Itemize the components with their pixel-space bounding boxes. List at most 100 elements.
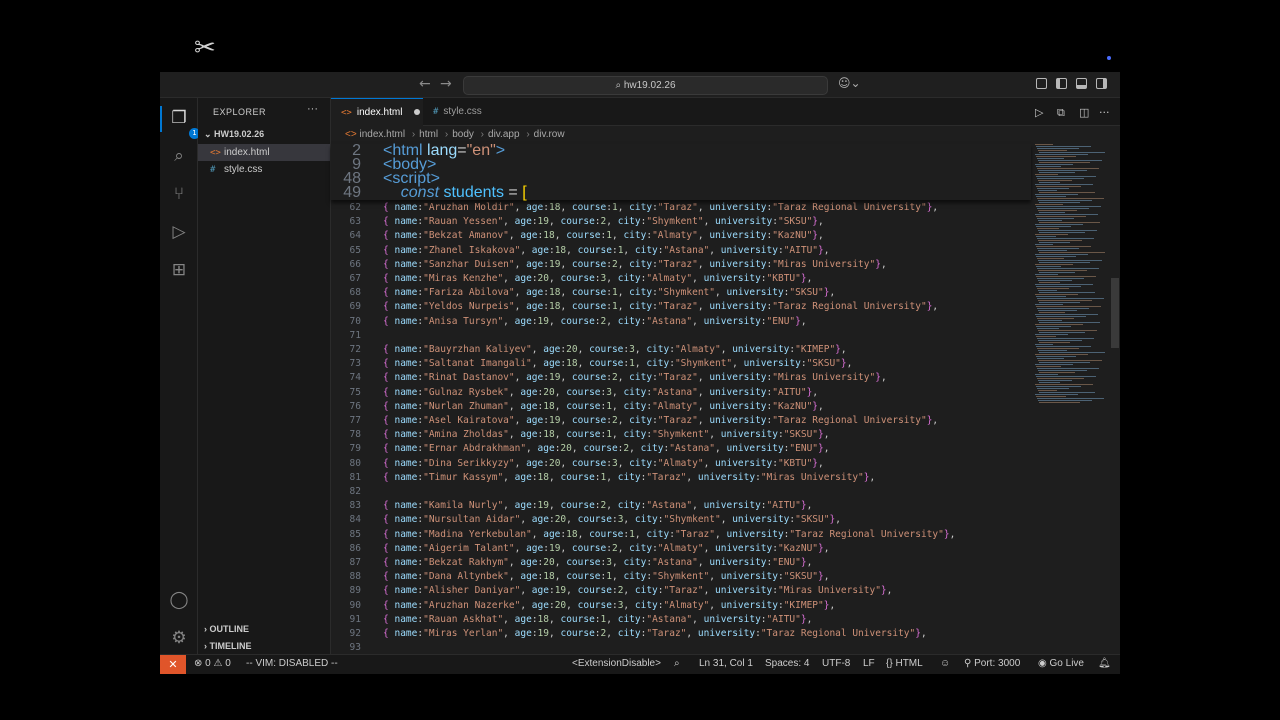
- code-line[interactable]: 70 { name:"Anisa Tursyn", age:19, course:…: [331, 315, 1031, 329]
- minimap[interactable]: [1031, 144, 1111, 654]
- code-line[interactable]: 68 { name:"Fariza Abilova", age:18, cours…: [331, 286, 1031, 300]
- forward-arrow-icon[interactable]: →: [440, 76, 452, 92]
- source-control-icon[interactable]: ⑂: [169, 184, 189, 204]
- language-mode[interactable]: {} HTML: [886, 658, 923, 669]
- line-content: { name:"Asel Kairatova", age:19, course:…: [383, 415, 939, 426]
- minimap-line: [1035, 244, 1053, 245]
- extension-disable[interactable]: <ExtensionDisable>: [572, 658, 661, 669]
- code-line[interactable]: 79 { name:"Ernar Abdrakhman", age:20, cou…: [331, 442, 1031, 456]
- tab-style-css[interactable]: # style.css: [423, 98, 509, 126]
- settings-gear-icon[interactable]: ⚙: [169, 628, 189, 648]
- toggle-secondary-sidebar-icon[interactable]: [1096, 78, 1107, 89]
- code-line[interactable]: 67 { name:"Miras Kenzhe", age:20, course:…: [331, 272, 1031, 286]
- cursor-position[interactable]: Ln 31, Col 1: [699, 658, 753, 669]
- more-actions-icon[interactable]: ···: [307, 103, 318, 115]
- breadcrumb-item[interactable]: body: [452, 129, 474, 140]
- code-line[interactable]: 91 { name:"Rauan Askhat", age:18, course:…: [331, 613, 1031, 627]
- minimap-line: [1036, 276, 1096, 277]
- code-line[interactable]: 83 { name:"Kamila Nurly", age:19, course:…: [331, 499, 1031, 513]
- notifications-bell-icon[interactable]: 🔔︎: [1098, 658, 1111, 669]
- minimap-line: [1036, 286, 1081, 287]
- minimap-line: [1038, 330, 1097, 331]
- code-line[interactable]: 63 { name:"Rauan Yessen", age:19, course:…: [331, 215, 1031, 229]
- code-line[interactable]: 62 { name:"Aruzhan Moldir", age:18, cours…: [331, 201, 1031, 215]
- go-live-button[interactable]: ◉ Go Live: [1038, 658, 1084, 669]
- toggle-panel-icon[interactable]: [1076, 78, 1087, 89]
- minimap-line: [1035, 144, 1053, 145]
- code-line[interactable]: 82: [331, 485, 1031, 499]
- code-line[interactable]: 69 { name:"Yeldos Nurpeis", age:18, cours…: [331, 300, 1031, 314]
- code-line[interactable]: 81 { name:"Timur Kassym", age:18, course:…: [331, 471, 1031, 485]
- account-icon[interactable]: ◯: [169, 590, 189, 610]
- breadcrumb-item[interactable]: html: [419, 129, 438, 140]
- code-line[interactable]: 76 { name:"Nurlan Zhuman", age:18, course…: [331, 400, 1031, 414]
- minimap-line: [1039, 162, 1090, 163]
- zoom-icon[interactable]: ⌕: [674, 658, 680, 669]
- toggle-sidebar-icon[interactable]: [1056, 78, 1067, 89]
- line-number: 68: [349, 287, 361, 299]
- command-center[interactable]: ⌕ hw19.02.26: [463, 76, 828, 95]
- minimap-line: [1038, 230, 1097, 231]
- minimap-line: [1037, 298, 1104, 299]
- code-line[interactable]: 66 { name:"Sanzhar Duisen", age:19, cours…: [331, 258, 1031, 272]
- outline-section[interactable]: › OUTLINE: [204, 624, 249, 634]
- indentation[interactable]: Spaces: 4: [765, 658, 809, 669]
- minimap-line: [1038, 250, 1067, 251]
- minimap-line: [1039, 372, 1075, 373]
- tab-index-html[interactable]: <> index.html: [331, 98, 423, 126]
- file-item-index-html[interactable]: <> index.html: [198, 144, 330, 161]
- breadcrumb-item[interactable]: div.row: [534, 129, 565, 140]
- copilot-status-icon[interactable]: ☺: [940, 658, 950, 669]
- copilot-icon[interactable]: ☺⌄: [838, 76, 861, 90]
- search-icon[interactable]: ⌕: [169, 146, 189, 166]
- run-debug-icon[interactable]: ▷: [169, 222, 189, 242]
- code-line[interactable]: 71: [331, 329, 1031, 343]
- code-line[interactable]: 75 { name:"Gulnaz Rysbek", age:20, course…: [331, 386, 1031, 400]
- line-content: { name:"Amina Zholdas", age:18, course:1…: [383, 429, 830, 441]
- sticky-scroll[interactable]: 2 <html lang="en"> 9 <body> 48 <script> 49 con…: [331, 143, 1031, 201]
- remote-icon[interactable]: ✕: [160, 655, 186, 674]
- minimap-line: [1039, 362, 1090, 363]
- code-line[interactable]: 74 { name:"Rinat Dastanov", age:19, cours…: [331, 371, 1031, 385]
- code-line[interactable]: 65 { name:"Zhanel Iskakova", age:18, cour…: [331, 244, 1031, 258]
- code-line[interactable]: 88 { name:"Dana Altynbek", age:18, course…: [331, 570, 1031, 584]
- code-line[interactable]: 73 { name:"Saltanat Imangali", age:18, co…: [331, 357, 1031, 371]
- code-line[interactable]: 80 { name:"Dina Serikkyzy", age:20, cours…: [331, 457, 1031, 471]
- code-line[interactable]: 78 { name:"Amina Zholdas", age:18, course…: [331, 428, 1031, 442]
- explorer-icon[interactable]: ❐ 1: [169, 108, 200, 139]
- file-item-style-css[interactable]: # style.css: [198, 161, 330, 178]
- code-line[interactable]: 85 { name:"Madina Yerkebulan", age:18, co…: [331, 528, 1031, 542]
- code-line[interactable]: 64 { name:"Bekzat Amanov", age:18, course…: [331, 229, 1031, 243]
- split-editor-icon[interactable]: ◫: [1079, 106, 1089, 119]
- port-status[interactable]: ⚲ Port: 3000: [964, 658, 1020, 669]
- code-line[interactable]: 92 { name:"Miras Yerlan", age:19, course:…: [331, 627, 1031, 641]
- html-file-icon: <>: [210, 148, 221, 158]
- breadcrumb-item[interactable]: div.app: [488, 129, 520, 140]
- code-line[interactable]: 89 { name:"Alisher Daniyar", age:19, cour…: [331, 584, 1031, 598]
- encoding[interactable]: UTF-8: [822, 658, 850, 669]
- run-icon[interactable]: ▷: [1035, 106, 1043, 119]
- code-line[interactable]: 86 { name:"Aigerim Talant", age:19, cours…: [331, 542, 1031, 556]
- open-preview-icon[interactable]: ⧉: [1057, 106, 1065, 120]
- line-content: { name:"Nurlan Zhuman", age:18, course:1…: [383, 400, 824, 412]
- unsaved-dot-icon[interactable]: [414, 109, 421, 116]
- back-arrow-icon[interactable]: ←: [419, 76, 431, 92]
- problems-count[interactable]: ⊗ 0 ⚠ 0: [194, 658, 231, 669]
- code-line[interactable]: 90 { name:"Aruzhan Nazerke", age:20, cour…: [331, 599, 1031, 613]
- code-line[interactable]: 72 { name:"Bauyrzhan Kaliyev", age:20, co…: [331, 343, 1031, 357]
- code-line[interactable]: 77 { name:"Asel Kairatova", age:19, cours…: [331, 414, 1031, 428]
- titlebar: ← → ⌕ hw19.02.26 ☺⌄: [160, 72, 1120, 98]
- sticky-line[interactable]: 49 const students = [: [331, 185, 1031, 201]
- code-line[interactable]: 87 { name:"Bekzat Rakhym", age:20, course…: [331, 556, 1031, 570]
- folder-header[interactable]: ⌄ HW19.02.26: [204, 129, 264, 140]
- customize-layout-icon[interactable]: [1036, 78, 1047, 89]
- editor-scrollbar[interactable]: [1111, 278, 1119, 348]
- extensions-icon[interactable]: ⊞: [169, 260, 189, 280]
- minimap-line: [1037, 318, 1074, 319]
- timeline-section[interactable]: › TIMELINE: [204, 641, 252, 651]
- more-actions-icon[interactable]: ···: [1099, 106, 1110, 119]
- end-of-line[interactable]: LF: [863, 658, 875, 669]
- editor-area: <> index.html # style.css ▷ ⧉ ◫ ··· <> ind…: [331, 98, 1120, 654]
- code-line[interactable]: 84 { name:"Nursultan Aidar", age:20, cour…: [331, 513, 1031, 527]
- breadcrumb-item[interactable]: index.html: [359, 129, 405, 140]
